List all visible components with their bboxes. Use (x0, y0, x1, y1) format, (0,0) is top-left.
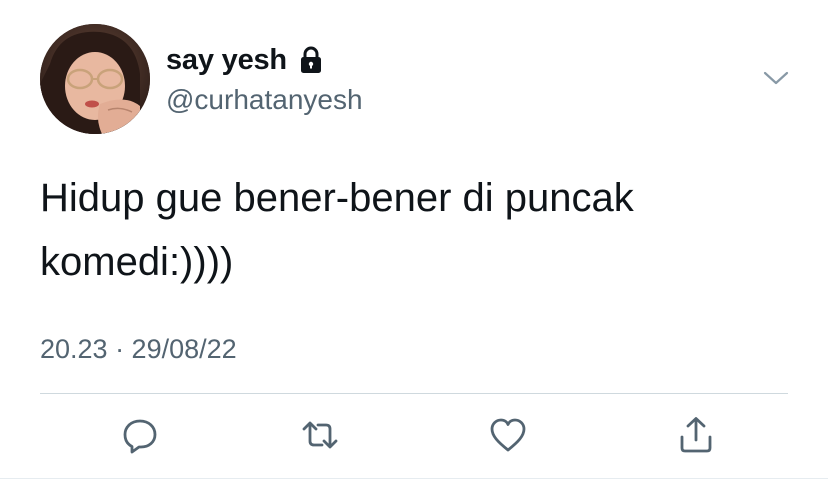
retweet-button[interactable] (298, 415, 342, 459)
tweet-text: Hidup gue bener-bener di puncak komedi:)… (40, 176, 634, 284)
display-name[interactable]: say yesh (166, 44, 287, 77)
retweet-icon (300, 415, 340, 460)
avatar[interactable] (40, 24, 150, 134)
user-name-row: say yesh (166, 42, 327, 78)
divider (40, 393, 788, 394)
share-icon (676, 415, 716, 460)
like-button[interactable] (486, 415, 530, 459)
tweet-card: say yesh @curhatanyesh Hidup gue bener-b… (0, 0, 828, 482)
lock-icon (295, 44, 327, 76)
share-button[interactable] (674, 415, 718, 459)
bottom-border (0, 478, 828, 479)
tweet-timestamp[interactable]: 20.23 · 29/08/22 (40, 334, 237, 365)
user-handle[interactable]: @curhatanyesh (166, 84, 363, 116)
chevron-down-icon[interactable] (760, 62, 792, 94)
avatar-photo (40, 24, 150, 134)
like-icon (488, 415, 528, 460)
reply-icon (120, 415, 160, 460)
reply-button[interactable] (118, 415, 162, 459)
